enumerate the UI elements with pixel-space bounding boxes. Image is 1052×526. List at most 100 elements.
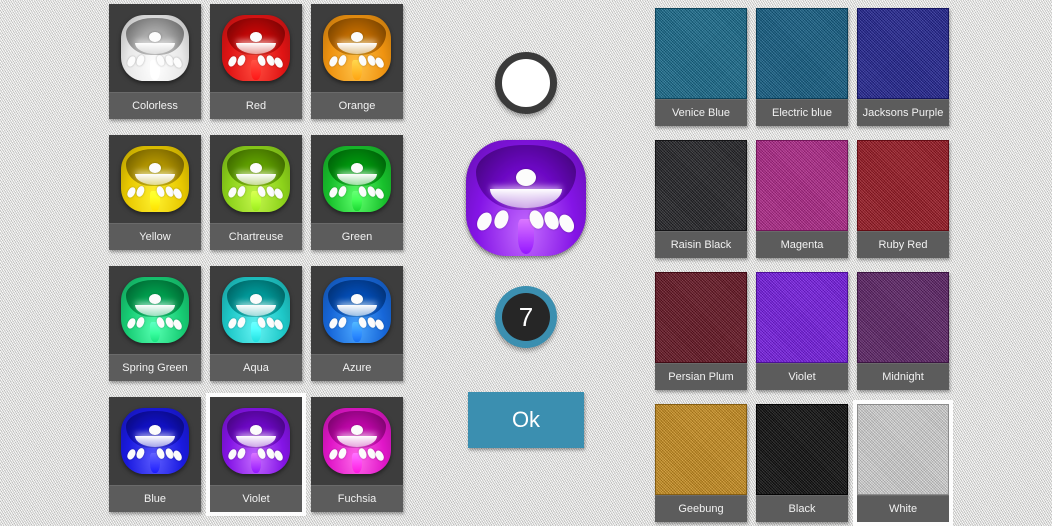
dice-color-preview <box>109 135 201 224</box>
dice-color-label: Colorless <box>109 92 201 119</box>
felt-color-label: Black <box>756 495 848 522</box>
felt-color-label: Jacksons Purple <box>857 99 949 126</box>
dice-color-label: Aqua <box>210 354 302 381</box>
felt-color-tile[interactable]: Midnight <box>857 272 949 390</box>
dice-color-tile[interactable]: Aqua <box>210 266 302 381</box>
felt-color-label: Venice Blue <box>655 99 747 126</box>
felt-weave-texture <box>656 9 746 99</box>
die-pip <box>351 424 363 435</box>
dice-color-tile[interactable]: Fuchsia <box>311 397 403 512</box>
dice-color-label: Azure <box>311 354 403 381</box>
die-icon <box>222 277 290 344</box>
felt-color-preview <box>857 140 949 232</box>
dice-color-tile[interactable]: Chartreuse <box>210 135 302 250</box>
die-pip <box>250 293 262 304</box>
dice-color-label: Blue <box>109 485 201 512</box>
die-pip <box>351 162 363 173</box>
dice-color-label: Yellow <box>109 223 201 250</box>
dice-color-label: Violet <box>210 485 302 512</box>
dice-color-tile[interactable]: Red <box>210 4 302 119</box>
felt-preview-swatch-wrap <box>410 52 642 114</box>
felt-weave-texture <box>858 405 948 495</box>
die-icon <box>121 408 189 475</box>
felt-color-preview <box>655 8 747 100</box>
die-pip <box>250 31 262 42</box>
dice-color-tile[interactable]: Azure <box>311 266 403 381</box>
die-pip <box>351 31 363 42</box>
dice-color-label: Spring Green <box>109 354 201 381</box>
dice-color-preview <box>311 135 403 224</box>
dice-color-preview <box>109 397 201 486</box>
felt-color-tile[interactable]: Magenta <box>756 140 848 258</box>
felt-weave-texture <box>656 141 746 231</box>
felt-weave-texture <box>757 9 847 99</box>
felt-color-preview <box>756 140 848 232</box>
die-icon <box>323 277 391 344</box>
felt-weave-texture <box>656 273 746 363</box>
dice-color-preview <box>210 4 302 93</box>
felt-color-tile[interactable]: White <box>853 400 953 526</box>
die-icon <box>222 408 290 475</box>
felt-color-tile[interactable]: Ruby Red <box>857 140 949 258</box>
dice-count-badge[interactable]: 7 <box>495 286 557 348</box>
felt-preview-swatch[interactable] <box>495 52 557 114</box>
felt-color-label: Ruby Red <box>857 231 949 258</box>
die-preview-wrap <box>410 140 642 256</box>
felt-weave-texture <box>757 405 847 495</box>
felt-color-grid: Venice Blue Electric blue Jacksons Purple R… <box>655 8 953 526</box>
felt-color-label: Violet <box>756 363 848 390</box>
die-icon <box>323 15 391 82</box>
dice-color-preview <box>109 266 201 355</box>
felt-color-label: White <box>857 495 949 522</box>
felt-color-tile[interactable]: Persian Plum <box>655 272 747 390</box>
dice-color-preview <box>210 135 302 224</box>
dice-color-tile[interactable]: Orange <box>311 4 403 119</box>
die-pip <box>250 424 262 435</box>
felt-color-preview <box>857 8 949 100</box>
die-pip <box>250 162 262 173</box>
dice-color-label: Chartreuse <box>210 223 302 250</box>
felt-color-tile[interactable]: Black <box>756 404 848 522</box>
dice-color-preview <box>109 4 201 93</box>
dice-color-tile[interactable]: Yellow <box>109 135 201 250</box>
die-icon <box>323 408 391 475</box>
felt-color-preview <box>756 272 848 364</box>
ok-button[interactable]: Ok <box>468 392 584 448</box>
felt-color-tile[interactable]: Geebung <box>655 404 747 522</box>
felt-weave-texture <box>858 273 948 363</box>
dice-color-preview <box>311 397 403 486</box>
felt-color-tile[interactable]: Electric blue <box>756 8 848 126</box>
dice-color-tile[interactable]: Green <box>311 135 403 250</box>
dice-color-preview <box>311 266 403 355</box>
dice-color-preview <box>311 4 403 93</box>
die-icon <box>121 277 189 344</box>
die-pip <box>351 293 363 304</box>
felt-color-label: Magenta <box>756 231 848 258</box>
felt-color-tile[interactable]: Raisin Black <box>655 140 747 258</box>
dice-color-tile[interactable]: Blue <box>109 397 201 512</box>
felt-color-label: Raisin Black <box>655 231 747 258</box>
dice-color-label: Orange <box>311 92 403 119</box>
dice-color-preview <box>210 266 302 355</box>
die-icon <box>222 15 290 82</box>
die-icon <box>323 146 391 213</box>
dice-color-label: Red <box>210 92 302 119</box>
dice-color-label: Green <box>311 223 403 250</box>
dice-color-tile[interactable]: Spring Green <box>109 266 201 381</box>
felt-color-label: Midnight <box>857 363 949 390</box>
felt-weave-texture <box>757 273 847 363</box>
dice-color-tile[interactable]: Violet <box>206 393 306 516</box>
die-preview[interactable] <box>466 140 586 256</box>
dice-color-tile[interactable]: Colorless <box>109 4 201 119</box>
felt-color-preview <box>857 272 949 364</box>
felt-color-preview <box>655 404 747 496</box>
felt-color-preview <box>756 8 848 100</box>
felt-color-preview <box>756 404 848 496</box>
die-pip <box>149 293 161 304</box>
die-icon <box>121 146 189 213</box>
felt-color-tile[interactable]: Venice Blue <box>655 8 747 126</box>
felt-color-tile[interactable]: Jacksons Purple <box>857 8 949 126</box>
felt-weave-texture <box>858 9 948 99</box>
felt-color-tile[interactable]: Violet <box>756 272 848 390</box>
dice-count-value: 7 <box>502 293 550 341</box>
